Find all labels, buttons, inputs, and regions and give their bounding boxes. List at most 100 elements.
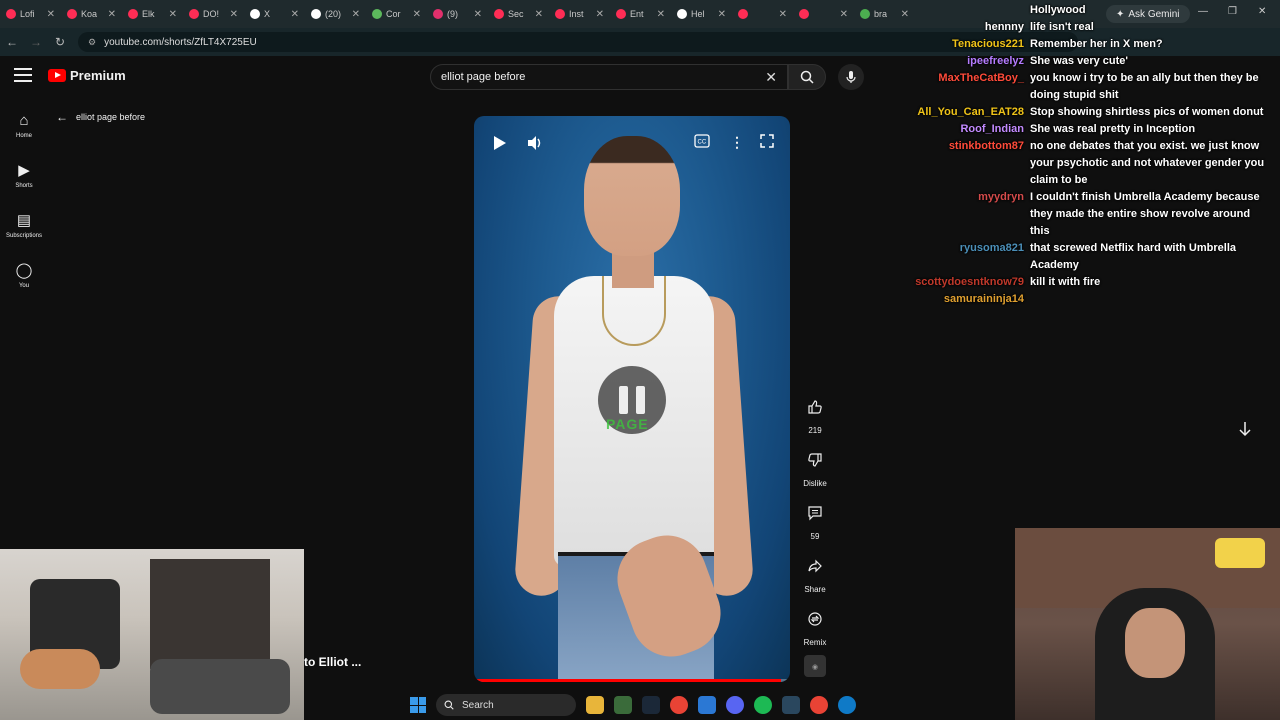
fullscreen-button[interactable]: [760, 134, 774, 148]
browser-tab[interactable]: Elk ✕: [122, 0, 183, 28]
chat-username: MaxTheCatBoy_: [938, 72, 1024, 84]
spotify-icon[interactable]: [754, 696, 772, 714]
play-button[interactable]: [490, 134, 508, 152]
close-tab-icon[interactable]: ✕: [596, 9, 604, 20]
shorts-actions: 219 Dislike 59 Share Remix ◉: [796, 390, 834, 685]
video-progress-bar[interactable]: [474, 679, 790, 682]
like-count: 219: [808, 426, 822, 435]
share-button[interactable]: Share: [796, 549, 834, 594]
browser-tab[interactable]: DO! ✕: [183, 0, 244, 28]
close-tab-icon[interactable]: ✕: [413, 9, 421, 20]
arrow-left-icon: ←: [56, 110, 68, 124]
browser-tab[interactable]: (20) ✕: [305, 0, 366, 28]
sidebar-item-you[interactable]: ◯ You: [0, 250, 48, 300]
tab-favicon-icon: [677, 9, 687, 19]
edge-icon[interactable]: [838, 696, 856, 714]
channel-avatar[interactable]: ◉: [796, 655, 834, 677]
you-icon: ◯: [15, 262, 33, 279]
webcam-robot-tank: [150, 659, 290, 714]
dislike-label: Dislike: [803, 479, 827, 488]
voice-search-button[interactable]: [838, 64, 864, 90]
browser-tab[interactable]: Koa ✕: [61, 0, 122, 28]
remix-button[interactable]: Remix: [796, 602, 834, 647]
chat-text: you know i try to be an ally but then th…: [1030, 72, 1259, 101]
sidebar-item-subscriptions[interactable]: ▤ Subscriptions: [0, 200, 48, 250]
back-icon[interactable]: ←: [0, 35, 24, 49]
chat-username: myydryn: [978, 191, 1024, 203]
close-tab-icon[interactable]: ✕: [352, 9, 360, 20]
chrome-icon[interactable]: [670, 696, 688, 714]
windows-start-icon[interactable]: [410, 697, 426, 713]
taskbar-search[interactable]: Search: [436, 694, 576, 716]
close-tab-icon[interactable]: ✕: [230, 9, 238, 20]
browser-tab[interactable]: Sec ✕: [488, 0, 549, 28]
close-tab-icon[interactable]: ✕: [474, 9, 482, 20]
sidebar-item-shorts[interactable]: ▶ Shorts: [0, 150, 48, 200]
screen: Lofi ✕ Koa ✕ Elk ✕ DO! ✕ X ✕ (20) ✕ Cor ✕ (9) ✕ Sec ✕ Inst…: [0, 0, 1280, 720]
dislike-button[interactable]: Dislike: [796, 443, 834, 488]
browser-tab[interactable]: ✕: [793, 0, 854, 28]
clear-search-icon[interactable]: ✕: [765, 69, 777, 86]
search-button[interactable]: [788, 64, 826, 90]
app-icon[interactable]: [698, 696, 716, 714]
channel-avatar-icon: ◉: [811, 664, 819, 671]
tab-label: Cor: [386, 9, 401, 19]
app-icon[interactable]: [614, 696, 632, 714]
chat-message: ryusoma821 that screwed Netflix hard with…: [900, 240, 1278, 274]
browser-tab[interactable]: (9) ✕: [427, 0, 488, 28]
chat-text: She was very cute': [1030, 55, 1129, 67]
shorts-video-player[interactable]: CC ⋮ PAGE: [474, 116, 790, 682]
close-tab-icon[interactable]: ✕: [535, 9, 543, 20]
sidebar-item-label: Subscriptions: [5, 233, 43, 239]
browser-tab[interactable]: X ✕: [244, 0, 305, 28]
chat-text: Remember her in X men?: [1030, 38, 1163, 50]
browser-tab[interactable]: Lofi ✕: [0, 0, 61, 28]
captions-icon: CC: [694, 134, 710, 148]
webcam-cat: [20, 649, 100, 689]
steam-icon[interactable]: [642, 696, 660, 714]
browser-tab[interactable]: Hel ✕: [671, 0, 732, 28]
discord-icon[interactable]: [726, 696, 744, 714]
sidebar-item-label: You: [18, 283, 30, 289]
menu-icon[interactable]: [14, 68, 32, 82]
back-to-search-link[interactable]: ← elliot page before: [56, 110, 145, 124]
comment-count: 59: [810, 532, 820, 541]
subscriptions-icon: ▤: [16, 212, 32, 229]
close-tab-icon[interactable]: ✕: [291, 9, 299, 20]
sidebar-item-home[interactable]: ⌂ Home: [0, 100, 48, 150]
close-tab-icon[interactable]: ✕: [169, 9, 177, 20]
tab-label: bra: [874, 9, 888, 19]
youtube-logo[interactable]: Premium: [48, 68, 126, 83]
browser-tab[interactable]: ✕: [732, 0, 793, 28]
site-info-icon[interactable]: ⚙: [88, 37, 96, 48]
chat-username: ryusoma821: [959, 242, 1024, 254]
close-tab-icon[interactable]: ✕: [718, 9, 726, 20]
tab-favicon-icon: [433, 9, 443, 19]
chrome-icon[interactable]: [810, 696, 828, 714]
more-options-button[interactable]: ⋮: [730, 134, 744, 151]
close-tab-icon[interactable]: ✕: [108, 9, 116, 20]
arrow-down-icon: [1239, 422, 1251, 437]
reload-icon[interactable]: ↻: [48, 35, 72, 49]
close-tab-icon[interactable]: ✕: [657, 9, 665, 20]
webcam-streamer-face: [1125, 608, 1185, 678]
chat-message: Tenacious221 Remember her in X men?: [900, 36, 1278, 53]
file-explorer-icon[interactable]: [586, 696, 604, 714]
browser-tab[interactable]: Ent ✕: [610, 0, 671, 28]
chat-username: [900, 2, 1030, 19]
close-tab-icon[interactable]: ✕: [779, 9, 787, 20]
forward-icon[interactable]: →: [24, 35, 48, 49]
like-button[interactable]: 219: [796, 390, 834, 435]
play-icon: [494, 136, 506, 150]
browser-tab[interactable]: Cor ✕: [366, 0, 427, 28]
captions-button[interactable]: CC: [694, 134, 710, 148]
close-tab-icon[interactable]: ✕: [47, 9, 55, 20]
close-tab-icon[interactable]: ✕: [840, 9, 848, 20]
tab-label: Elk: [142, 9, 155, 19]
steam-icon[interactable]: [782, 696, 800, 714]
volume-button[interactable]: [526, 134, 544, 152]
search-input[interactable]: elliot page before ✕: [430, 64, 788, 90]
comments-button[interactable]: 59: [796, 496, 834, 541]
next-video-button[interactable]: [1232, 416, 1258, 442]
browser-tab[interactable]: Inst ✕: [549, 0, 610, 28]
